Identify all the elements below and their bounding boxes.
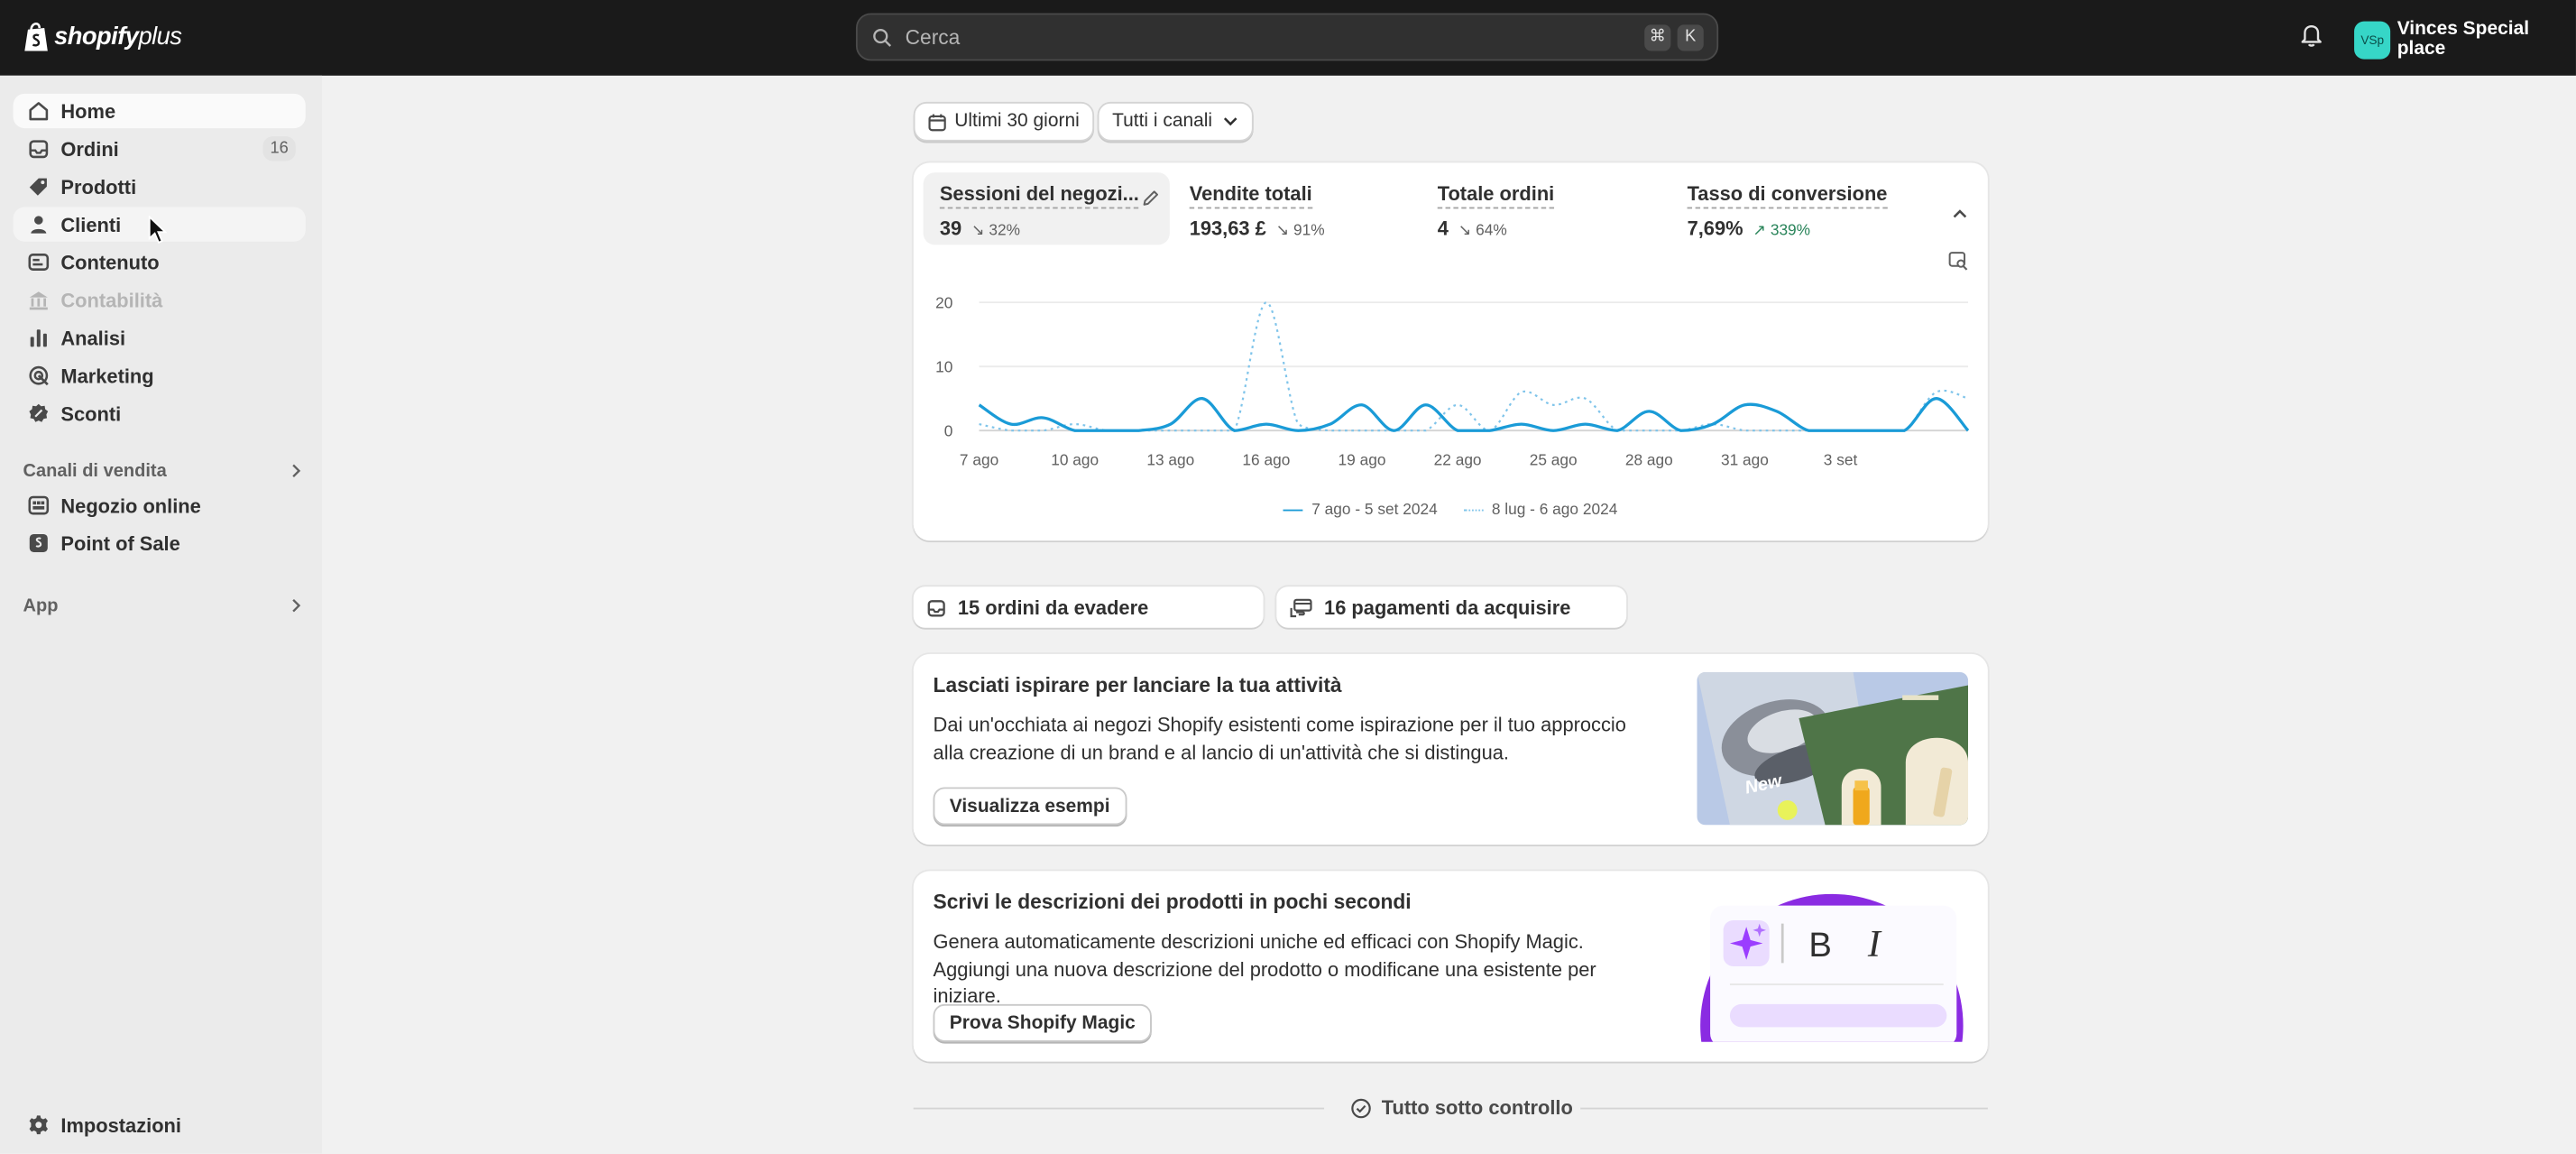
- tag-icon: [26, 175, 49, 198]
- sidebar-item-products[interactable]: Prodotti: [14, 170, 306, 204]
- notifications-button[interactable]: [2300, 23, 2323, 55]
- x-tick-label: 22 ago: [1434, 450, 1482, 468]
- x-tick-label: 16 ago: [1242, 450, 1290, 468]
- person-icon: [26, 213, 49, 235]
- y-axis: 0 10 20: [935, 294, 952, 440]
- search-input[interactable]: [901, 23, 1638, 51]
- search-bar[interactable]: ⌘ K: [855, 13, 1719, 61]
- chart-grid: [979, 301, 1969, 432]
- legend-swatch-previous: [1463, 509, 1484, 512]
- sidebar-item-accounting: Contabilità: [14, 282, 306, 317]
- orders-count-badge: 16: [262, 136, 296, 162]
- shopify-magic-illustration: B I: [1700, 893, 1964, 1042]
- analytics-card: Sessioni del negozi... 39 ↘ 32% Vendite …: [913, 162, 1988, 541]
- legend-swatch-current: [1283, 509, 1304, 512]
- target-icon: [26, 364, 49, 386]
- check-circle-icon: [1351, 1097, 1371, 1118]
- apps-section[interactable]: App: [23, 592, 302, 622]
- store-icon: [26, 494, 49, 516]
- all-caught-up-status: Tutto sotto controllo: [1350, 1096, 1573, 1119]
- inbox-icon: [26, 137, 49, 160]
- store-avatar: VSp: [2354, 20, 2391, 59]
- x-tick-label: 25 ago: [1530, 450, 1578, 468]
- sidebar-item-home[interactable]: Home: [13, 93, 306, 129]
- sales-channels-section[interactable]: Canali di vendita: [23, 457, 302, 486]
- shortcut-k-key: K: [1677, 23, 1704, 51]
- legend-item-current[interactable]: 7 ago - 5 set 2024: [1283, 502, 1438, 520]
- bar-chart-icon: [26, 327, 49, 349]
- divider: [913, 1107, 1325, 1110]
- payment-icon: [1290, 597, 1312, 617]
- sidebar-item-discounts[interactable]: Sconti: [14, 396, 306, 430]
- shopify-bag-icon: [24, 23, 48, 51]
- x-tick-label: 3 set: [1824, 450, 1858, 468]
- divider: [1580, 1107, 1988, 1110]
- gear-icon: [26, 1113, 49, 1136]
- chevron-right-icon: [290, 592, 303, 622]
- sessions-line-chart: 0 10 20 7 ago 10 ago 13 ago 16 ago 19 ago 22 ag…: [935, 294, 1970, 468]
- promo-title: Lasciati ispirare per lanciare la tua at…: [933, 673, 1342, 697]
- sidebar-item-online-store[interactable]: Negozio online: [14, 488, 306, 522]
- shopify-plus-logo[interactable]: shopifyplus: [23, 22, 182, 53]
- series-current-period-line: [978, 397, 1970, 432]
- chart-legend: 7 ago - 5 set 2024 8 lug - 6 ago 2024: [914, 502, 1988, 520]
- logo-text: shopifyplus: [54, 23, 182, 51]
- view-examples-button[interactable]: Visualizza esempi: [933, 787, 1127, 826]
- chevron-down-icon: [1223, 117, 1237, 126]
- sidebar-item-orders[interactable]: Ordini 16: [14, 132, 306, 166]
- store-examples-illustration: New: [1697, 671, 1969, 826]
- home-icon: [26, 99, 49, 122]
- promo-card-inspiration: Lasciati ispirare per lanciare la tua at…: [913, 653, 1988, 845]
- bank-icon: [26, 289, 49, 311]
- discount-icon: [26, 402, 49, 424]
- sidebar-item-content[interactable]: Contenuto: [14, 245, 306, 279]
- channels-filter-button[interactable]: Tutti i canali: [1097, 101, 1254, 142]
- x-tick-label: 7 ago: [960, 450, 998, 468]
- sidebar-item-analytics[interactable]: Analisi: [14, 320, 306, 355]
- bell-icon: [2301, 24, 2322, 47]
- try-shopify-magic-button[interactable]: Prova Shopify Magic: [933, 1003, 1153, 1042]
- x-axis: 7 ago 10 ago 13 ago 16 ago 19 ago 22 ago 25 ag…: [960, 450, 1858, 468]
- sidebar-item-point-of-sale[interactable]: Point of Sale: [14, 526, 306, 560]
- x-tick-label: 31 ago: [1721, 450, 1769, 468]
- x-tick-label: 13 ago: [1146, 450, 1194, 468]
- sidebar-item-marketing[interactable]: Marketing: [14, 358, 306, 392]
- legend-item-previous[interactable]: 8 lug - 6 ago 2024: [1463, 502, 1617, 520]
- y-tick-label: 10: [935, 358, 952, 376]
- promo-title: Scrivi le descrizioni dei prodotti in po…: [933, 891, 1412, 914]
- calendar-icon: [928, 113, 946, 131]
- task-payments-to-capture[interactable]: 16 pagamenti da acquisire: [1276, 586, 1627, 628]
- y-tick-label: 0: [944, 422, 953, 440]
- store-menu-button[interactable]: VSp Vinces Special place: [2354, 20, 2576, 60]
- date-range-button[interactable]: Ultimi 30 giorni: [913, 101, 1095, 142]
- search-icon: [873, 28, 892, 46]
- y-tick-label: 20: [935, 294, 952, 312]
- x-tick-label: 28 ago: [1625, 450, 1673, 468]
- x-tick-label: 10 ago: [1051, 450, 1099, 468]
- shortcut-cmd-key: ⌘: [1644, 23, 1671, 51]
- content-icon: [26, 251, 49, 273]
- inbox-icon: [927, 599, 945, 616]
- promo-body: Dai un'occhiata ai negozi Shopify esiste…: [933, 713, 1626, 764]
- x-tick-label: 19 ago: [1339, 450, 1386, 468]
- top-bar: shopifyplus ⌘ K VSp Vinces Special place: [0, 0, 2576, 76]
- mouse-cursor-icon: [148, 215, 168, 245]
- promo-body: Genera automaticamente descrizioni unich…: [933, 929, 1596, 1008]
- store-name: Vinces Special place: [2397, 19, 2530, 60]
- chevron-right-icon: [290, 457, 303, 486]
- promo-card-shopify-magic: Scrivi le descrizioni dei prodotti in po…: [913, 871, 1988, 1062]
- pos-icon: [26, 531, 49, 554]
- sidebar-item-settings[interactable]: Impostazioni: [14, 1108, 306, 1142]
- svg-text:B: B: [1808, 926, 1832, 965]
- task-orders-to-fulfill[interactable]: 15 ordini da evadere: [913, 586, 1264, 628]
- svg-text:I: I: [1867, 924, 1882, 965]
